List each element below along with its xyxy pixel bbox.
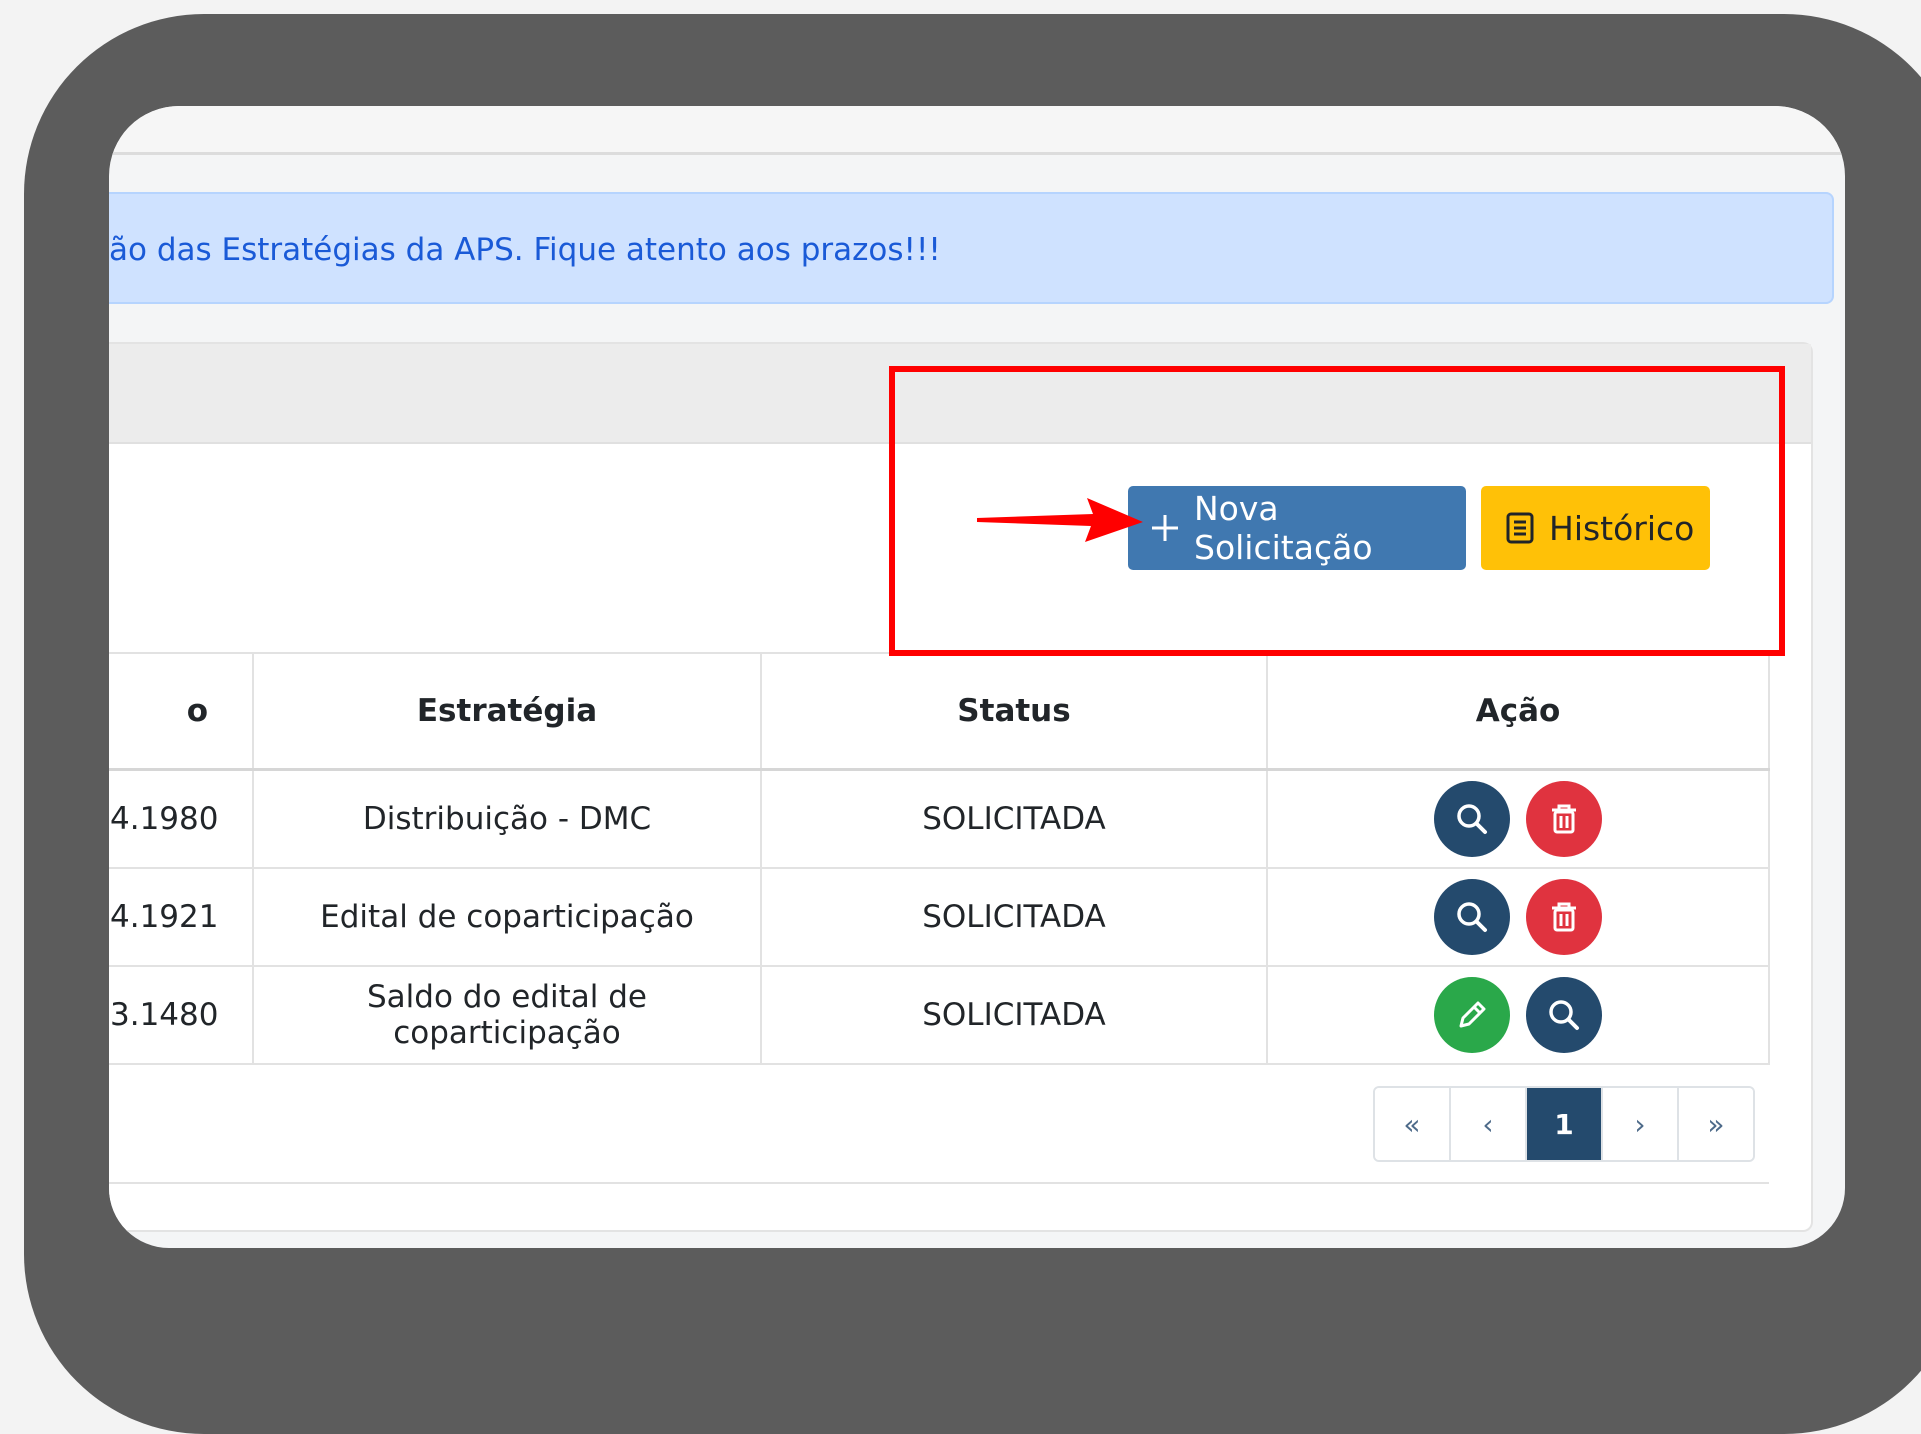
table-row: 3.1480 Saldo do edital de coparticipação… — [109, 965, 1770, 1065]
column-header-id: o — [109, 652, 254, 771]
cell-id: 4.1980 — [109, 768, 254, 869]
cell-status: SOLICITADA — [760, 867, 1268, 967]
search-icon — [1457, 804, 1487, 834]
cell-strategy: Saldo do edital de coparticipação — [252, 965, 762, 1065]
view-button[interactable] — [1526, 977, 1602, 1053]
cell-strategy: Edital de coparticipação — [252, 867, 762, 967]
cell-actions — [1266, 768, 1770, 869]
pagination-prev[interactable]: ‹ — [1449, 1088, 1525, 1160]
info-alert: ão das Estratégias da APS. Fique atento … — [109, 192, 1834, 304]
column-header-status: Status — [760, 652, 1268, 771]
table-row: 4.1921 Edital de coparticipação SOLICITA… — [109, 867, 1770, 967]
search-icon — [1549, 1000, 1579, 1030]
table-header-row: o Estratégia Status Ação — [109, 652, 1770, 771]
view-button[interactable] — [1434, 879, 1510, 955]
cell-actions — [1266, 867, 1770, 967]
annotation-arrow-icon — [977, 498, 1143, 542]
cell-id: 3.1480 — [109, 965, 254, 1065]
pagination: « ‹ 1 › » — [1373, 1086, 1755, 1162]
pagination-first[interactable]: « — [1375, 1088, 1449, 1160]
edit-button[interactable] — [1434, 977, 1510, 1053]
view-button[interactable] — [1434, 781, 1510, 857]
cell-id: 4.1921 — [109, 867, 254, 967]
cell-status: SOLICITADA — [760, 768, 1268, 869]
delete-button[interactable] — [1526, 879, 1602, 955]
requests-table: o Estratégia Status Ação 4.1980 Distribu… — [109, 652, 1770, 1065]
pencil-icon — [1459, 1001, 1486, 1028]
pagination-current-page[interactable]: 1 — [1525, 1088, 1601, 1160]
pagination-next[interactable]: › — [1601, 1088, 1677, 1160]
pagination-last[interactable]: » — [1677, 1088, 1753, 1160]
column-header-action: Ação — [1266, 652, 1770, 771]
cell-strategy: Distribuição - DMC — [252, 768, 762, 869]
cell-status: SOLICITADA — [760, 965, 1268, 1065]
trash-icon — [1552, 902, 1576, 932]
app-screen: ão das Estratégias da APS. Fique atento … — [109, 106, 1845, 1248]
trash-icon — [1552, 804, 1576, 834]
column-header-strategy: Estratégia — [252, 652, 762, 771]
search-icon — [1457, 902, 1487, 932]
table-row: 4.1980 Distribuição - DMC SOLICITADA — [109, 768, 1770, 869]
delete-button[interactable] — [1526, 781, 1602, 857]
table-card-bottom-border — [109, 1182, 1769, 1184]
cell-actions — [1266, 965, 1770, 1065]
top-bar — [109, 106, 1845, 155]
